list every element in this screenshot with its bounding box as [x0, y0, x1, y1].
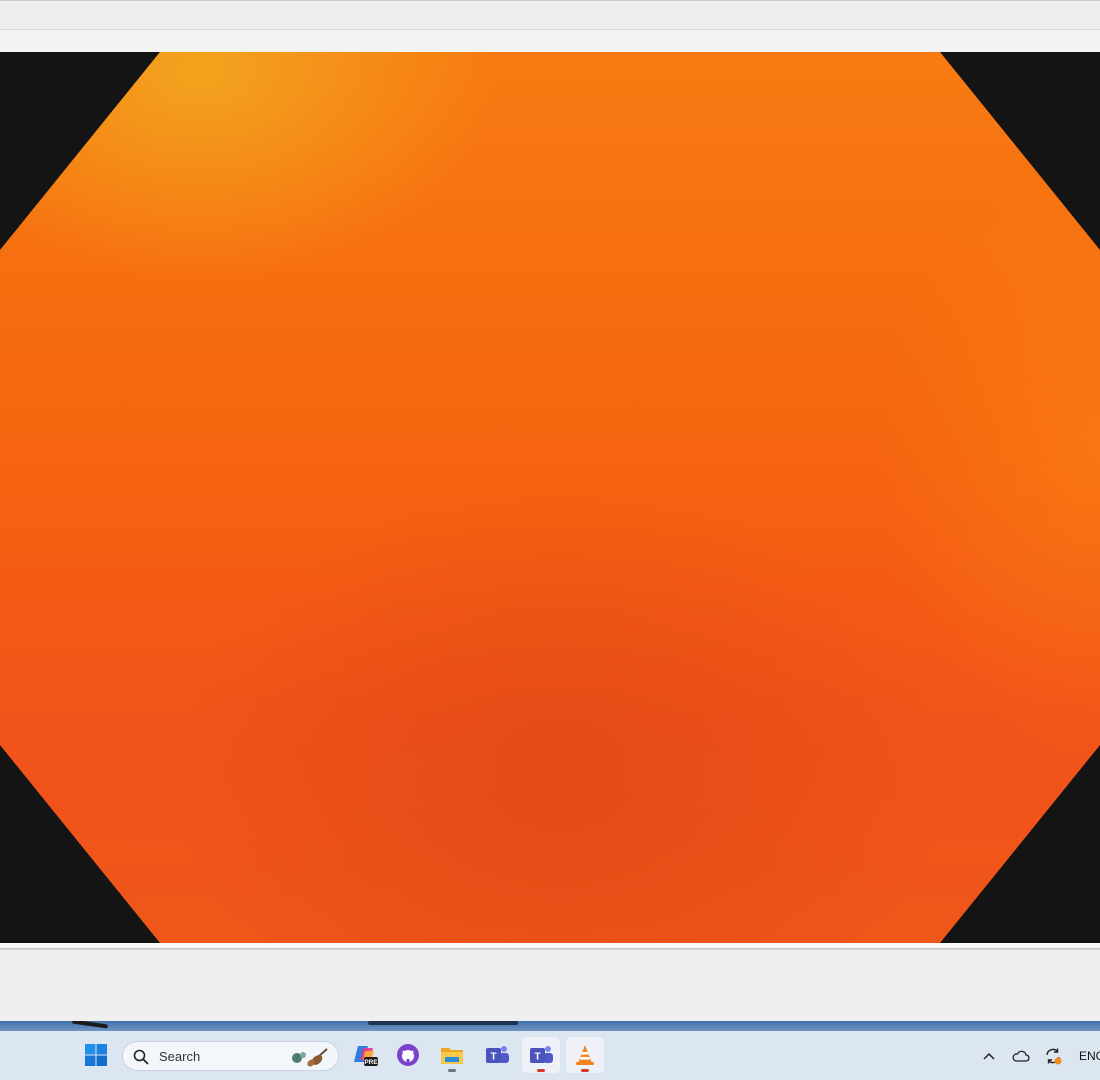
search-icon: [133, 1049, 149, 1065]
playback-controls-panel: [0, 949, 1100, 1021]
search-highlight-icon: [292, 1048, 328, 1067]
window-title-bar[interactable]: [0, 0, 1100, 30]
running-indicator: [581, 1069, 589, 1072]
file-explorer-button[interactable]: [433, 1037, 471, 1073]
desktop-wallpaper: [0, 1021, 1100, 1031]
sync-status-button[interactable]: [1042, 1044, 1064, 1068]
teams-icon: T: [530, 1046, 553, 1063]
vlc-cone-icon: [576, 1045, 594, 1065]
taskbar-search-box[interactable]: Search: [122, 1041, 339, 1071]
teams-icon: T: [486, 1046, 509, 1063]
sync-icon: [1046, 1048, 1062, 1065]
svg-text:PRE: PRE: [364, 1059, 378, 1066]
running-indicator: [537, 1069, 545, 1072]
svg-text:T: T: [490, 1052, 496, 1063]
menu-bar[interactable]: [0, 30, 1100, 52]
running-indicator: [448, 1069, 456, 1072]
onedrive-button[interactable]: [1010, 1044, 1032, 1068]
teams-classic-button[interactable]: T: [478, 1037, 516, 1073]
video-area[interactable]: [0, 52, 1100, 943]
onedrive-cloud-icon: [1012, 1050, 1030, 1062]
video-frame: [0, 52, 1100, 943]
show-hidden-icons-button[interactable]: [979, 1044, 999, 1068]
github-desktop-button[interactable]: [389, 1037, 427, 1073]
start-button[interactable]: [77, 1037, 115, 1073]
github-icon: [397, 1044, 419, 1066]
vlc-button[interactable]: [566, 1037, 604, 1073]
wallpaper-detail: [368, 1021, 518, 1025]
folder-icon: [441, 1048, 463, 1064]
search-placeholder: Search: [159, 1049, 201, 1064]
svg-text:T: T: [534, 1052, 540, 1063]
windows-logo-icon: [85, 1044, 107, 1066]
copilot-pre-icon: PRE: [354, 1046, 378, 1066]
input-language-indicator[interactable]: ENG: [1079, 1049, 1100, 1063]
wallpaper-detail: [71, 1021, 109, 1029]
teams-button[interactable]: T: [522, 1037, 560, 1073]
chevron-up-icon: [983, 1052, 995, 1060]
copilot-button[interactable]: PRE: [346, 1037, 384, 1073]
